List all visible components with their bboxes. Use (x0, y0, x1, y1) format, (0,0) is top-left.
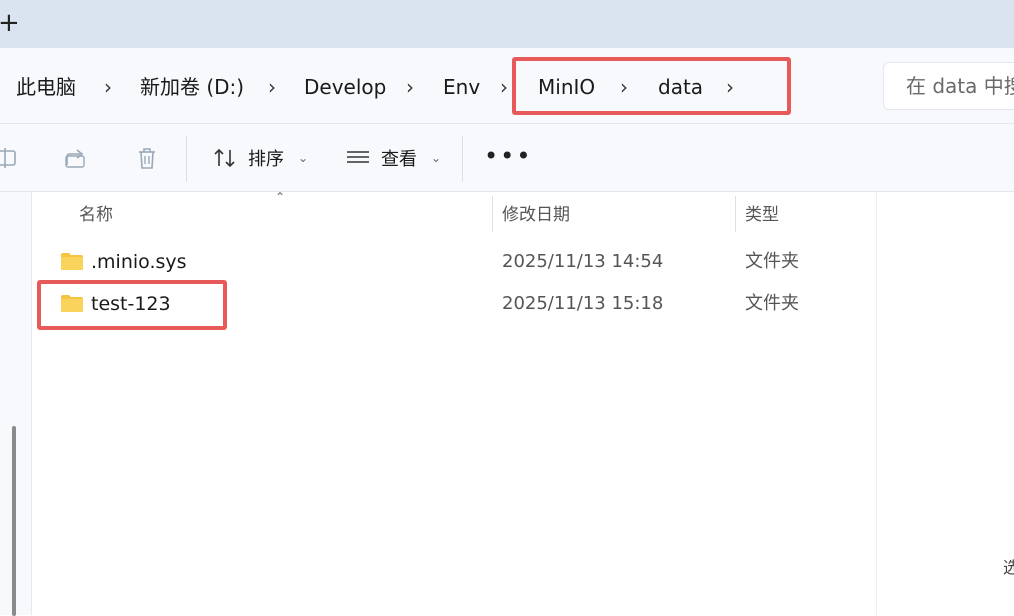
file-modified: 2025/11/13 15:18 (502, 293, 664, 314)
highlight-box-folder (37, 280, 227, 330)
chevron-down-icon: ⌄ (298, 151, 309, 165)
column-header-type[interactable]: 类型 (745, 204, 779, 226)
file-name: .minio.sys (91, 251, 187, 273)
toolbar-divider (462, 136, 463, 182)
chevron-right-icon[interactable]: › (268, 74, 276, 100)
toolbar-divider (186, 136, 187, 182)
file-modified: 2025/11/13 14:54 (502, 251, 664, 272)
search-placeholder: 在 data 中搜 (906, 74, 1014, 98)
table-row[interactable]: .minio.sys 2025/11/13 14:54 文件夹 (32, 242, 876, 282)
breadcrumb-item-develop[interactable]: Develop (304, 74, 386, 100)
sort-icon (214, 148, 235, 168)
column-header-name[interactable]: 名称 (79, 204, 113, 226)
chevron-right-icon[interactable]: › (104, 74, 112, 100)
more-options-button[interactable]: ••• (484, 142, 532, 170)
sort-label: 排序 (248, 149, 284, 170)
navigation-pane (0, 192, 32, 616)
breadcrumb-item-env[interactable]: Env (443, 74, 480, 100)
column-header-modified[interactable]: 修改日期 (502, 204, 570, 226)
folder-icon (61, 253, 83, 270)
details-pane: 选 (876, 192, 1014, 615)
rename-icon[interactable] (0, 144, 20, 172)
address-bar: 此电脑 › 新加卷 (D:) › Develop › Env › MinIO ›… (0, 48, 1014, 124)
command-bar: 排序 ⌄ 查看 ⌄ ••• (0, 124, 1014, 192)
file-list: ⌃ 名称 修改日期 类型 .minio.sys 2025/11/13 14:54… (32, 190, 876, 615)
delete-icon[interactable] (133, 144, 161, 172)
file-type: 文件夹 (745, 293, 799, 314)
file-type: 文件夹 (745, 251, 799, 272)
sort-ascending-icon: ⌃ (275, 190, 286, 204)
column-header: ⌃ 名称 修改日期 类型 (32, 190, 876, 236)
breadcrumb-item-this-pc[interactable]: 此电脑 (16, 74, 76, 100)
breadcrumb-item-drive-d[interactable]: 新加卷 (D:) (140, 74, 244, 100)
view-label: 查看 (381, 149, 417, 170)
chevron-right-icon[interactable]: › (500, 74, 508, 100)
column-divider[interactable] (735, 196, 736, 232)
search-input[interactable]: 在 data 中搜 (883, 62, 1014, 110)
new-tab-button[interactable]: + (0, 8, 20, 38)
tab-bar: + (0, 0, 1014, 48)
view-button[interactable]: 查看 ⌄ (345, 142, 441, 174)
highlight-box-breadcrumb (512, 57, 791, 115)
list-view-icon (347, 151, 369, 163)
column-divider[interactable] (492, 196, 493, 232)
share-icon[interactable] (62, 144, 90, 172)
sort-button[interactable]: 排序 ⌄ (212, 142, 308, 174)
chevron-down-icon: ⌄ (431, 151, 442, 165)
details-pane-text: 选 (1003, 558, 1014, 577)
scrollbar-thumb[interactable] (12, 426, 16, 616)
chevron-right-icon[interactable]: › (406, 74, 414, 100)
